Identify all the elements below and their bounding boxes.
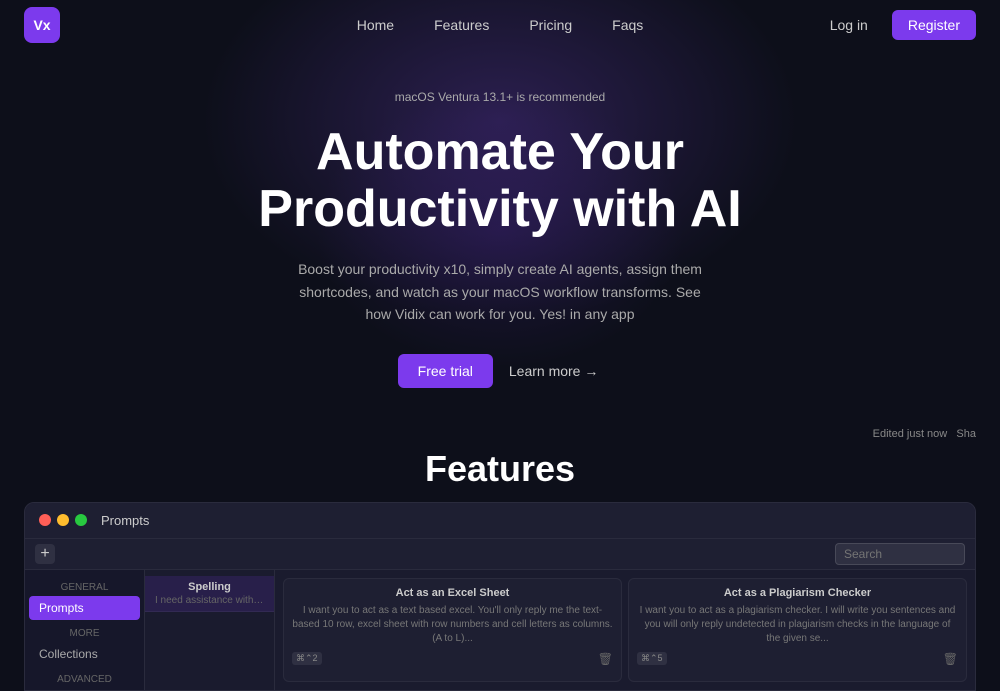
nav-features[interactable]: Features xyxy=(434,17,489,33)
sidebar-section-general: General xyxy=(25,578,144,595)
free-trial-button[interactable]: Free trial xyxy=(398,354,493,388)
window-body: General Prompts More Collections Advance… xyxy=(25,570,975,690)
hero-badge: macOS Ventura 13.1+ is recommended xyxy=(395,90,605,104)
main-content: Spelling I need assistance with spell ch… xyxy=(145,570,975,690)
sidebar-item-collections[interactable]: Collections xyxy=(29,642,140,666)
card-plagiarism-footer: ⌘⌃5 🗑 xyxy=(637,652,958,666)
sidebar-item-providers[interactable]: Providers xyxy=(29,688,140,691)
features-title: Features xyxy=(0,444,1000,490)
delete-icon[interactable]: 🗑 xyxy=(598,652,613,666)
brand-logo[interactable]: Vx xyxy=(24,7,60,43)
hero-section: macOS Ventura 13.1+ is recommended Autom… xyxy=(0,50,1000,428)
card-excel: Act as an Excel Sheet I want you to act … xyxy=(283,578,622,682)
card-excel-title: Act as an Excel Sheet xyxy=(292,587,613,599)
maximize-traffic-light[interactable] xyxy=(75,514,87,526)
prompt-title: Spelling xyxy=(155,581,264,593)
card-excel-footer: ⌘⌃2 🗑 xyxy=(292,652,613,666)
navbar: Vx Home Features Pricing Faqs Log in Reg… xyxy=(0,0,1000,50)
card-excel-text: I want you to act as a text based excel.… xyxy=(292,604,613,646)
card-plagiarism-text: I want you to act as a plagiarism checke… xyxy=(637,604,958,646)
nav-pricing[interactable]: Pricing xyxy=(529,17,572,33)
edited-label: Edited just now Sha xyxy=(873,428,976,440)
nav-home[interactable]: Home xyxy=(357,17,394,33)
card-excel-shortcut: ⌘⌃2 xyxy=(292,652,322,665)
delete-icon-2[interactable]: 🗑 xyxy=(943,652,958,666)
sidebar: General Prompts More Collections Advance… xyxy=(25,570,145,690)
nav-links: Home Features Pricing Faqs xyxy=(357,17,644,33)
nav-actions: Log in Register xyxy=(818,10,976,40)
card-plagiarism-title: Act as a Plagiarism Checker xyxy=(637,587,958,599)
sidebar-section-advanced: Advanced xyxy=(25,670,144,687)
prompts-list: Spelling I need assistance with spell ch… xyxy=(145,570,275,690)
hero-title-line1: Automate Your xyxy=(316,123,684,181)
window-titlebar: Prompts xyxy=(25,503,975,539)
add-prompt-button[interactable]: + xyxy=(35,544,55,564)
cards-area: Act as an Excel Sheet I want you to act … xyxy=(275,570,975,690)
features-header: Edited just now Sha xyxy=(0,428,1000,440)
card-plagiarism-shortcut: ⌘⌃5 xyxy=(637,652,667,665)
register-button[interactable]: Register xyxy=(892,10,976,40)
window-title: Prompts xyxy=(101,513,149,528)
hero-subtitle: Boost your productivity x10, simply crea… xyxy=(290,258,710,325)
hero-title: Automate Your Productivity with AI xyxy=(258,124,741,238)
card-plagiarism: Act as a Plagiarism Checker I want you t… xyxy=(628,578,967,682)
hero-title-line2: Productivity with AI xyxy=(258,180,741,238)
features-section: Edited just now Sha Features Prompts + G… xyxy=(0,428,1000,691)
sidebar-item-prompts[interactable]: Prompts xyxy=(29,596,140,620)
login-button[interactable]: Log in xyxy=(818,11,880,39)
app-window: Prompts + General Prompts More Collectio… xyxy=(24,502,976,691)
prompt-spelling[interactable]: Spelling I need assistance with spell ch… xyxy=(145,576,274,612)
search-input[interactable] xyxy=(835,543,965,565)
sidebar-section-more: More xyxy=(25,624,144,641)
minimize-traffic-light[interactable] xyxy=(57,514,69,526)
prompt-preview: I need assistance with spell checking on… xyxy=(155,595,264,606)
hero-buttons: Free trial Learn more → xyxy=(398,354,603,388)
window-toolbar: + xyxy=(25,539,975,570)
close-traffic-light[interactable] xyxy=(39,514,51,526)
learn-more-button[interactable]: Learn more → xyxy=(505,354,602,388)
traffic-lights xyxy=(39,514,87,526)
nav-faqs[interactable]: Faqs xyxy=(612,17,643,33)
